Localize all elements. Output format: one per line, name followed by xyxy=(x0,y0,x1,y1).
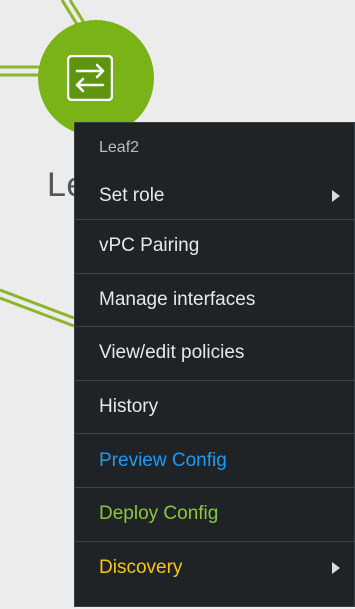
menu-item-label: Manage interfaces xyxy=(99,288,256,310)
menu-item-view-edit-policies[interactable]: View/edit policies xyxy=(75,326,354,380)
menu-item-label: Deploy Config xyxy=(99,503,219,525)
menu-item-vpc-pairing[interactable]: vPC Pairing xyxy=(75,219,354,273)
switch-arrows-icon xyxy=(66,54,114,102)
menu-item-set-role[interactable]: Set role xyxy=(75,173,354,219)
menu-title: Leaf2 xyxy=(99,139,140,156)
menu-item-label: Discovery xyxy=(99,556,183,578)
menu-item-preview-config[interactable]: Preview Config xyxy=(75,433,354,487)
context-menu: Leaf2 Set role vPC Pairing Manage interf… xyxy=(74,122,355,607)
menu-item-manage-interfaces[interactable]: Manage interfaces xyxy=(75,272,354,327)
menu-item-label: View/edit policies xyxy=(99,342,245,364)
submenu-arrow-icon xyxy=(332,190,340,202)
topology-canvas[interactable]: Le Leaf2 Set role vPC Pairing Manage int… xyxy=(0,0,355,609)
menu-item-discovery[interactable]: Discovery xyxy=(75,540,354,595)
menu-item-label: Preview Config xyxy=(99,449,227,471)
menu-item-history[interactable]: History xyxy=(75,379,354,434)
menu-item-label: Set role xyxy=(99,185,165,206)
menu-item-deploy-config[interactable]: Deploy Config xyxy=(75,486,354,541)
menu-item-label: vPC Pairing xyxy=(99,235,200,257)
submenu-arrow-icon xyxy=(332,561,340,574)
menu-item-label: History xyxy=(99,396,159,418)
